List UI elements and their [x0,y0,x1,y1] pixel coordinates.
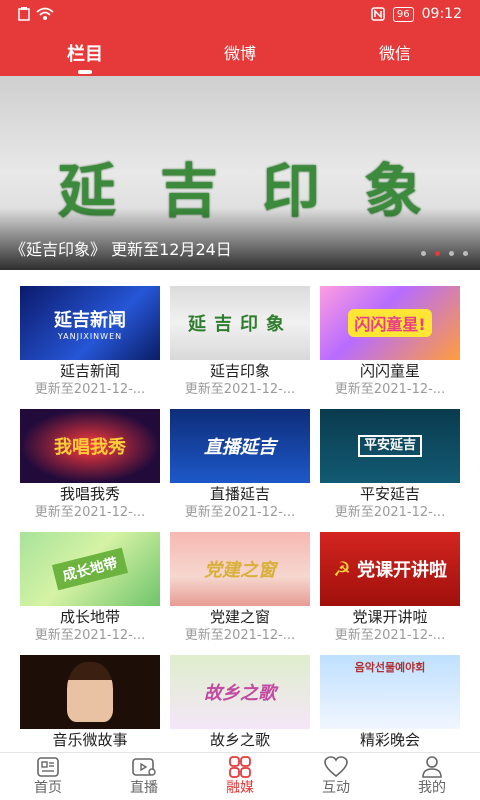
nav-mine[interactable]: 我的 [384,755,480,797]
card-title: 音乐微故事 [52,731,128,749]
card-title: 延吉新闻 [59,362,120,380]
program-card[interactable]: 音乐微故事 [20,655,160,750]
program-thumbnail: 延吉新闻 YANJIXINWEN [20,286,160,360]
program-thumbnail: 直播延吉 [170,409,310,483]
wifi-icon [36,7,54,20]
nav-media-label: 融媒 [226,780,254,796]
program-thumbnail: ☭ 党课开讲啦 [320,532,460,606]
program-thumbnail: 我唱我秀 [20,409,160,483]
program-thumbnail: 平安延吉 [320,409,460,483]
card-title: 故乡之歌 [209,731,270,749]
thumbnail-title: 我唱我秀 [54,437,126,458]
clock: 09:12 [421,6,462,22]
card-title: 成长地带 [59,608,120,626]
nav-live[interactable]: 直播 [96,755,192,797]
tab-weibo[interactable]: 微博 [180,40,300,64]
grid-icon [229,756,251,778]
carousel-dot[interactable] [421,251,426,256]
card-update-text: 更新至2021-12-... [334,382,446,397]
banner-carousel[interactable]: 延吉印象 《延吉印象》 更新至12月24日 [0,76,480,270]
nav-media[interactable]: 融媒 [192,755,288,797]
carousel-dot[interactable] [449,251,454,256]
card-update-text: 更新至2021-12-... [34,628,146,643]
thumbnail-title: 闪闪童星! [348,309,432,337]
program-card[interactable]: 直播延吉 直播延吉 更新至2021-12-... [170,409,310,522]
carousel-dots [421,251,468,256]
carousel-dot[interactable] [463,251,468,256]
program-thumbnail: 故乡之歌 [170,655,310,729]
tab-columns[interactable]: 栏目 [25,40,145,66]
thumbnail-title: 成长地带 [51,547,129,591]
thumbnail-subtitle: YANJIXINWEN [57,331,123,341]
carousel-dot-active[interactable] [435,251,440,256]
program-thumbnail: 延吉印象 [170,286,310,360]
news-icon [37,757,59,777]
program-thumbnail: 成长地带 [20,532,160,606]
tab-indicator [78,70,92,74]
card-title: 我唱我秀 [59,485,120,503]
program-card[interactable]: 我唱我秀 我唱我秀 更新至2021-12-... [20,409,160,522]
program-card[interactable]: 平安延吉 平安延吉 更新至2021-12-... [320,409,460,522]
live-tv-icon [132,758,156,776]
card-title: 精彩晚会 [359,731,420,749]
card-update-text: 更新至2021-12-... [184,505,296,520]
program-thumbnail [20,655,160,729]
status-bar: 96 09:12 [0,0,480,30]
party-emblem-icon: ☭ [333,557,351,581]
nav-interact[interactable]: 互动 [288,755,384,797]
program-thumbnail: 음악선물예야회 [320,655,460,729]
card-title: 党课开讲啦 [352,608,428,626]
nav-live-label: 直播 [130,780,158,796]
program-card[interactable]: 党建之窗 党建之窗 更新至2021-12-... [170,532,310,645]
program-card[interactable]: 延吉新闻 YANJIXINWEN 延吉新闻 更新至2021-12-... [20,286,160,399]
notification-icon [18,7,30,21]
card-title: 直播延吉 [209,485,270,503]
host-portrait [67,662,113,722]
thumbnail-title: 平安延吉 [357,435,422,457]
thumbnail-title: 故乡之歌 [204,683,276,704]
nfc-icon [371,7,385,21]
thumbnail-title: 延吉印象 [188,314,292,335]
program-thumbnail: 闪闪童星! [320,286,460,360]
program-thumbnail: 党建之窗 [170,532,310,606]
nav-home[interactable]: 首页 [0,755,96,797]
program-card[interactable]: 延吉印象 延吉印象 更新至2021-12-... [170,286,310,399]
program-card[interactable]: ☭ 党课开讲啦 党课开讲啦 更新至2021-12-... [320,532,460,645]
program-card[interactable]: 음악선물예야회 精彩晚会 [320,655,460,750]
thumbnail-title: 음악선물예야회 [354,661,426,674]
person-icon [422,756,442,778]
program-card[interactable]: 故乡之歌 故乡之歌 [170,655,310,750]
card-title: 闪闪童星 [359,362,420,380]
program-card[interactable]: 闪闪童星! 闪闪童星 更新至2021-12-... [320,286,460,399]
card-title: 延吉印象 [209,362,270,380]
card-update-text: 更新至2021-12-... [334,628,446,643]
card-title: 党建之窗 [209,608,270,626]
thumbnail-title: 延吉新闻 [54,309,126,331]
top-tab-bar: 栏目 微博 微信 [0,30,480,76]
heart-icon [324,756,348,778]
card-update-text: 更新至2021-12-... [334,505,446,520]
bottom-nav: 首页 直播 融媒 互动 我的 [0,752,480,800]
program-card[interactable]: 成长地带 成长地带 更新至2021-12-... [20,532,160,645]
nav-mine-label: 我的 [418,780,446,796]
nav-home-label: 首页 [34,780,62,796]
card-update-text: 更新至2021-12-... [34,382,146,397]
card-title: 平安延吉 [359,485,420,503]
card-update-text: 更新至2021-12-... [184,628,296,643]
battery-indicator: 96 [392,6,414,22]
thumbnail-title: 党课开讲啦 [356,560,447,581]
banner-caption: 《延吉印象》 更新至12月24日 [10,240,232,259]
thumbnail-title: 党建之窗 [204,560,276,581]
card-update-text: 更新至2021-12-... [34,505,146,520]
thumbnail-title: 直播延吉 [204,437,276,458]
program-grid: 延吉新闻 YANJIXINWEN 延吉新闻 更新至2021-12-... 延吉印… [0,270,480,752]
nav-interact-label: 互动 [322,780,350,796]
card-update-text: 更新至2021-12-... [184,382,296,397]
tab-wechat[interactable]: 微信 [335,40,455,64]
